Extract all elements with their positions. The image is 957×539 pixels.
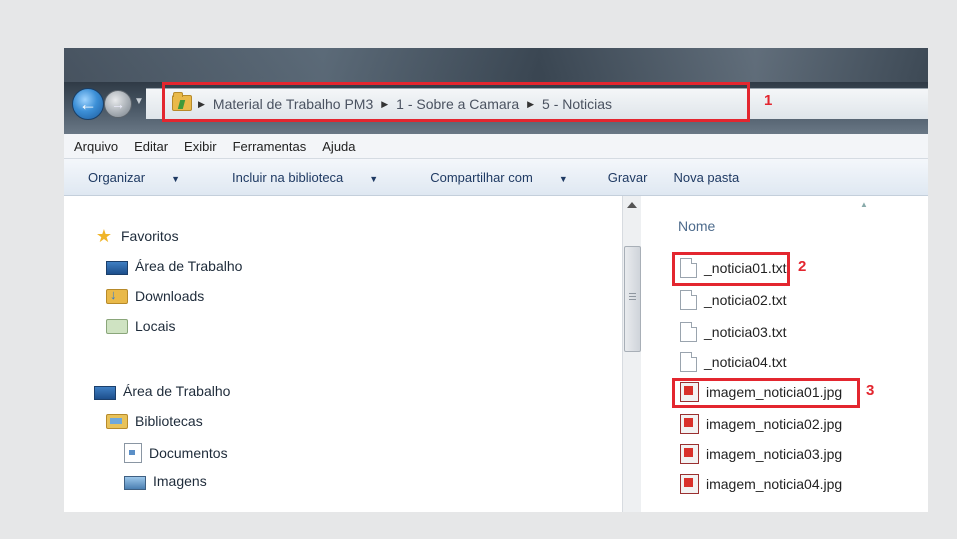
nav-label-downloads: Downloads	[135, 288, 205, 304]
caret-down-icon: ▼	[558, 173, 568, 184]
nav-label-favorites: Favoritos	[121, 228, 179, 244]
nav-label-libraries: Bibliotecas	[135, 413, 203, 429]
back-button[interactable]: ←	[72, 88, 104, 120]
desktop-icon	[94, 386, 116, 400]
navigation-pane: ★ Favoritos Área de Trabalho Downloads L…	[64, 196, 620, 512]
sort-indicator-icon: ▲	[860, 200, 868, 209]
text-file-icon	[680, 322, 697, 342]
file-name: imagem_noticia03.jpg	[706, 446, 843, 462]
file-item[interactable]: imagem_noticia04.jpg	[680, 474, 842, 494]
caret-down-icon: ▼	[369, 173, 379, 184]
menu-ajuda[interactable]: Ajuda	[322, 139, 355, 154]
nav-item-locais[interactable]: Locais	[106, 318, 175, 334]
image-file-icon	[680, 474, 699, 494]
include-library-label: Incluir na biblioteca	[232, 169, 344, 185]
menu-exibir[interactable]: Exibir	[184, 139, 217, 154]
nav-item-fav-desktop[interactable]: Área de Trabalho	[106, 258, 243, 275]
file-name: imagem_noticia02.jpg	[706, 416, 843, 432]
marker-3: 3	[866, 382, 875, 399]
nav-item-downloads[interactable]: Downloads	[106, 287, 205, 304]
recent-places-icon	[106, 318, 128, 334]
burn-button[interactable]: Gravar	[608, 170, 648, 185]
file-item[interactable]: _noticia02.txt	[680, 290, 787, 310]
image-file-icon	[680, 414, 699, 434]
image-file-icon	[680, 444, 699, 464]
highlight-box-address	[162, 82, 750, 122]
nav-item-libraries[interactable]: Bibliotecas	[106, 413, 203, 429]
downloads-icon	[106, 287, 128, 304]
new-folder-button[interactable]: Nova pasta	[673, 170, 739, 185]
text-file-icon	[680, 290, 697, 310]
column-header-name[interactable]: Nome	[678, 218, 715, 234]
highlight-box-jpg	[672, 378, 860, 408]
window-glass	[64, 48, 928, 82]
menu-ferramentas[interactable]: Ferramentas	[233, 139, 307, 154]
title-bar: ← → ▼ ▶ Material de Trabalho PM3 ▶ 1 - S…	[64, 48, 928, 134]
command-toolbar: Organizar ▼ Incluir na biblioteca ▼ Compar…	[64, 159, 928, 196]
menu-bar: Arquivo Editar Exibir Ferramentas Ajuda	[64, 134, 928, 159]
organize-button[interactable]: Organizar ▼	[76, 170, 194, 185]
file-list: ▲ Nome _noticia01.txt _noticia02.txt _no…	[642, 196, 928, 512]
marker-1: 1	[764, 92, 773, 109]
file-item[interactable]: imagem_noticia03.jpg	[680, 444, 842, 464]
nav-item-desktop[interactable]: Área de Trabalho	[94, 383, 231, 400]
share-button[interactable]: Compartilhar com ▼	[418, 170, 582, 185]
file-item[interactable]: _noticia03.txt	[680, 322, 787, 342]
file-name: _noticia02.txt	[704, 292, 787, 308]
text-file-icon	[680, 352, 697, 372]
nav-scrollbar[interactable]	[622, 196, 641, 512]
grip-icon	[629, 293, 636, 294]
libraries-icon	[106, 413, 128, 429]
share-label: Compartilhar com	[430, 169, 533, 185]
file-name: imagem_noticia04.jpg	[706, 476, 843, 492]
file-item[interactable]: _noticia04.txt	[680, 352, 787, 372]
documents-icon	[124, 443, 142, 463]
nav-label-fav-desktop: Área de Trabalho	[135, 258, 243, 274]
organize-label: Organizar	[88, 169, 146, 185]
forward-button[interactable]: →	[104, 90, 132, 118]
file-item[interactable]: imagem_noticia02.jpg	[680, 414, 842, 434]
nav-item-documents[interactable]: Documentos	[124, 443, 228, 463]
highlight-box-txt	[672, 252, 790, 286]
scroll-thumb[interactable]	[624, 246, 641, 352]
file-name: _noticia04.txt	[704, 354, 787, 370]
nav-item-favorites[interactable]: ★ Favoritos	[94, 226, 179, 246]
menu-arquivo[interactable]: Arquivo	[74, 139, 118, 154]
desktop-icon	[106, 261, 128, 275]
nav-label-documents: Documentos	[149, 445, 228, 461]
recent-pages-dropdown[interactable]: ▼	[134, 96, 144, 107]
nav-label-locais: Locais	[135, 318, 176, 334]
include-library-button[interactable]: Incluir na biblioteca ▼	[220, 170, 392, 185]
menu-editar[interactable]: Editar	[134, 139, 168, 154]
nav-label-images: Imagens	[153, 473, 207, 489]
marker-2: 2	[798, 258, 807, 275]
star-icon: ★	[95, 226, 113, 246]
caret-down-icon: ▼	[171, 173, 180, 184]
file-name: _noticia03.txt	[704, 324, 787, 340]
explorer-window: ← → ▼ ▶ Material de Trabalho PM3 ▶ 1 - S…	[64, 48, 928, 512]
scroll-up-arrow-icon[interactable]	[627, 202, 637, 208]
nav-item-images[interactable]: Imagens	[124, 473, 207, 490]
nav-label-desktop: Área de Trabalho	[123, 383, 231, 399]
pictures-icon	[124, 476, 146, 490]
